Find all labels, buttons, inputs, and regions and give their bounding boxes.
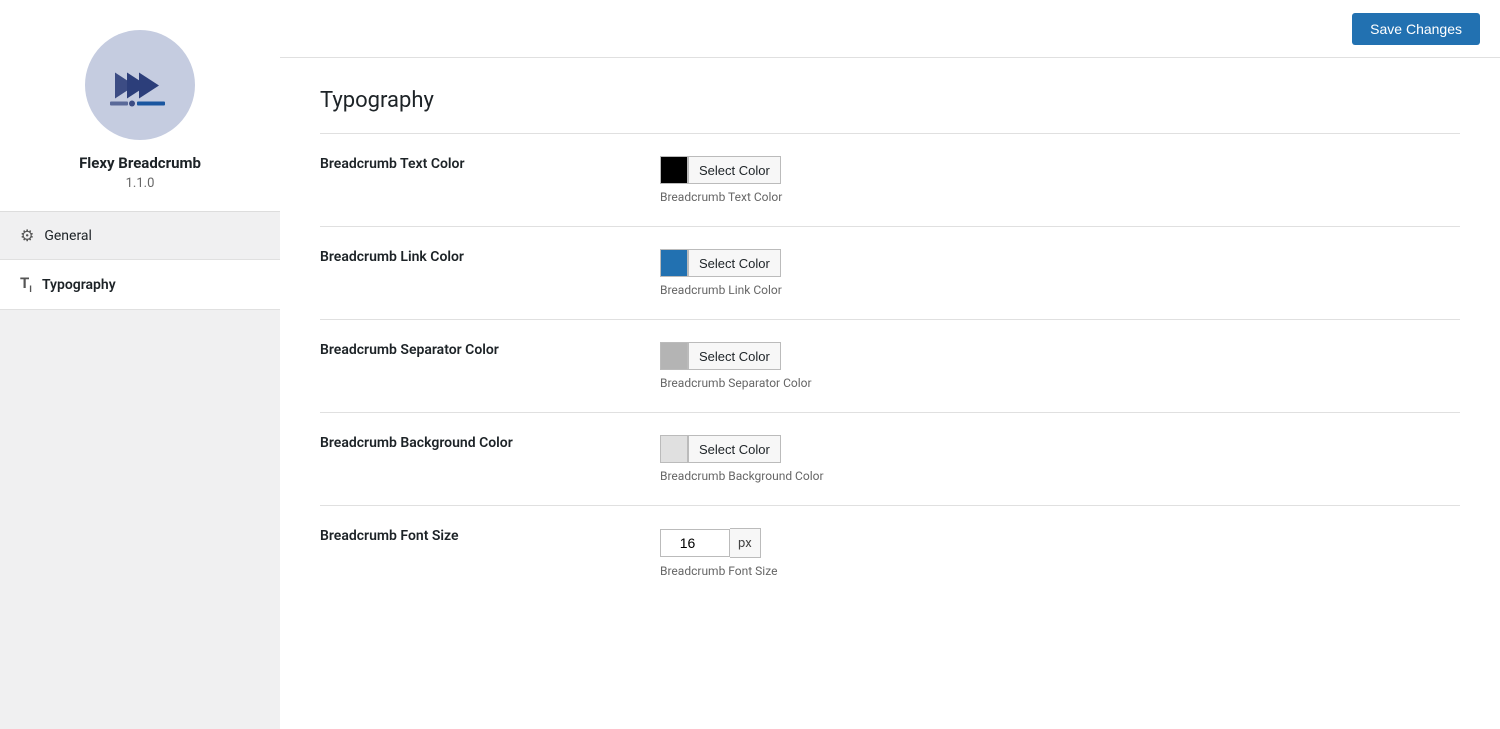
setting-control-bg-color: Select Color Breadcrumb Background Color	[640, 413, 1460, 506]
color-swatch-separator[interactable]	[660, 342, 688, 370]
sidebar: Flexy Breadcrumb 1.1.0 ⚙ General TI Typo…	[0, 0, 280, 729]
field-description-separator-color: Breadcrumb Separator Color	[660, 376, 1450, 390]
table-row: Breadcrumb Background Color Select Color…	[320, 413, 1460, 506]
select-color-btn-bg[interactable]: Select Color	[688, 435, 781, 463]
settings-table: Breadcrumb Text Color Select Color Bread…	[320, 133, 1460, 600]
font-size-input[interactable]	[660, 529, 730, 557]
gear-icon: ⚙	[20, 226, 34, 245]
setting-control-separator-color: Select Color Breadcrumb Separator Color	[640, 320, 1460, 413]
color-swatch-link[interactable]	[660, 249, 688, 277]
setting-control-link-color: Select Color Breadcrumb Link Color	[640, 227, 1460, 320]
main-content: Save Changes Typography Breadcrumb Text …	[280, 0, 1500, 729]
setting-label-font-size: Breadcrumb Font Size	[320, 506, 640, 601]
select-color-btn-text[interactable]: Select Color	[688, 156, 781, 184]
font-size-row: px	[660, 528, 1450, 558]
color-swatch-text[interactable]	[660, 156, 688, 184]
sidebar-item-typography-label: Typography	[42, 277, 116, 293]
field-description-link-color: Breadcrumb Link Color	[660, 283, 1450, 297]
font-size-unit: px	[730, 528, 761, 558]
setting-label-text-color: Breadcrumb Text Color	[320, 134, 640, 227]
field-description-bg-color: Breadcrumb Background Color	[660, 469, 1450, 483]
table-row: Breadcrumb Font Size px Breadcrumb Font …	[320, 506, 1460, 601]
sidebar-item-general[interactable]: ⚙ General	[0, 212, 280, 260]
sidebar-item-general-label: General	[44, 228, 92, 244]
plugin-logo-area: Flexy Breadcrumb 1.1.0	[0, 0, 280, 212]
plugin-logo	[85, 30, 195, 140]
sidebar-item-typography[interactable]: TI Typography	[0, 260, 280, 310]
color-picker-row-text: Select Color	[660, 156, 1450, 184]
table-row: Breadcrumb Separator Color Select Color …	[320, 320, 1460, 413]
setting-label-separator-color: Breadcrumb Separator Color	[320, 320, 640, 413]
plugin-version: 1.1.0	[126, 176, 155, 191]
section-title: Typography	[320, 88, 1460, 113]
top-bar: Save Changes	[280, 0, 1500, 58]
field-description-font-size: Breadcrumb Font Size	[660, 564, 1450, 578]
nav-menu: ⚙ General TI Typography	[0, 212, 280, 310]
select-color-btn-separator[interactable]: Select Color	[688, 342, 781, 370]
content-area: Typography Breadcrumb Text Color Select …	[280, 58, 1500, 729]
color-picker-row-bg: Select Color	[660, 435, 1450, 463]
color-picker-row-link: Select Color	[660, 249, 1450, 277]
color-swatch-bg[interactable]	[660, 435, 688, 463]
save-changes-button[interactable]: Save Changes	[1352, 13, 1480, 45]
setting-control-text-color: Select Color Breadcrumb Text Color	[640, 134, 1460, 227]
color-picker-row-separator: Select Color	[660, 342, 1450, 370]
plugin-name: Flexy Breadcrumb	[79, 154, 201, 172]
table-row: Breadcrumb Text Color Select Color Bread…	[320, 134, 1460, 227]
setting-control-font-size: px Breadcrumb Font Size	[640, 506, 1460, 601]
field-description-text-color: Breadcrumb Text Color	[660, 190, 1450, 204]
table-row: Breadcrumb Link Color Select Color Bread…	[320, 227, 1460, 320]
type-icon: TI	[20, 274, 32, 295]
select-color-btn-link[interactable]: Select Color	[688, 249, 781, 277]
setting-label-bg-color: Breadcrumb Background Color	[320, 413, 640, 506]
setting-label-link-color: Breadcrumb Link Color	[320, 227, 640, 320]
